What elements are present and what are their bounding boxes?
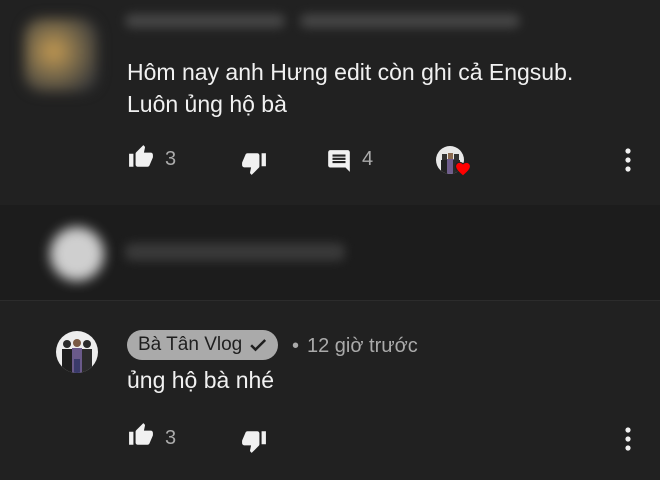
- thumbs-up-icon[interactable]: [127, 144, 155, 170]
- separator-dot: •: [292, 335, 300, 357]
- timestamp-blurred: [300, 14, 520, 28]
- comment-text-line1: Hôm nay anh Hưng edit còn ghi cả Engsub.: [127, 59, 574, 85]
- more-vert-icon[interactable]: [616, 425, 640, 453]
- author-badge[interactable]: Bà Tân Vlog: [127, 330, 279, 360]
- check-icon: [250, 339, 267, 352]
- comment-text: ủng hộ bà nhé: [127, 367, 275, 393]
- reply-count: 4: [362, 148, 374, 170]
- thumbs-up-icon[interactable]: [127, 422, 155, 448]
- avatar-blurred[interactable]: [50, 227, 104, 281]
- thumbs-down-icon[interactable]: [240, 150, 268, 176]
- author-name: Bà Tân Vlog: [138, 334, 243, 355]
- author-name-blurred: [125, 14, 285, 28]
- comment-thread-1: Hôm nay anh Hưng edit còn ghi cả Engsub.…: [0, 0, 660, 205]
- comment-reply: Bà Tân Vlog • 12 giờ trước ủng hộ bà nhé…: [0, 301, 660, 480]
- like-count: 3: [165, 427, 177, 449]
- comment-thread-2-blurred: [0, 205, 660, 301]
- heart-icon[interactable]: [454, 160, 472, 178]
- more-vert-icon[interactable]: [616, 146, 640, 174]
- timestamp[interactable]: 12 giờ trước: [307, 335, 418, 358]
- blurred-text: [125, 243, 345, 261]
- thumbs-down-icon[interactable]: [240, 428, 268, 454]
- avatar-blurred[interactable]: [24, 18, 98, 92]
- avatar[interactable]: [56, 331, 98, 373]
- comment-icon[interactable]: [326, 148, 352, 174]
- comment-text-line2: Luôn ủng hộ bà: [127, 91, 287, 117]
- like-count: 3: [165, 148, 177, 170]
